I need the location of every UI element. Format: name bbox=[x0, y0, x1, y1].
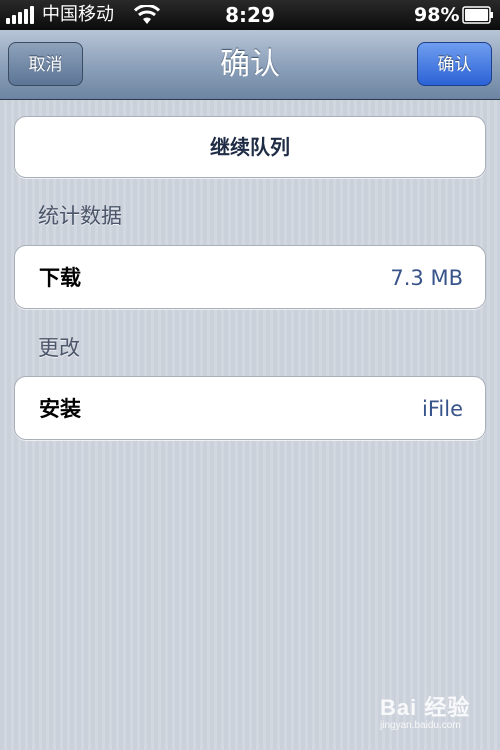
battery-percentage: 98% bbox=[414, 4, 460, 26]
confirm-button[interactable]: 确认 bbox=[417, 42, 492, 86]
install-package-value: iFile bbox=[422, 397, 463, 421]
install-row: 安装 iFile bbox=[14, 376, 486, 440]
watermark-url: jingyan.baidu.com bbox=[380, 720, 461, 731]
status-bar: 中国移动 8:29 98% bbox=[0, 0, 500, 30]
watermark-logo: Bai 经验 bbox=[380, 695, 471, 720]
download-size-value: 7.3 MB bbox=[390, 266, 463, 290]
download-label: 下载 bbox=[39, 266, 81, 290]
download-row: 下载 7.3 MB bbox=[14, 245, 486, 309]
battery-icon bbox=[462, 6, 493, 24]
baidu-watermark: Bai 经验 jingyan.baidu.com bbox=[380, 690, 494, 742]
content-area: 继续队列 统计数据 下载 7.3 MB 更改 安装 iFile bbox=[0, 100, 500, 750]
navigation-bar: 取消 确认 确认 bbox=[0, 30, 500, 100]
continue-queue-button[interactable]: 继续队列 bbox=[14, 116, 486, 178]
statistics-header: 统计数据 bbox=[38, 204, 122, 228]
changes-header: 更改 bbox=[38, 336, 80, 360]
install-label: 安装 bbox=[39, 397, 81, 421]
